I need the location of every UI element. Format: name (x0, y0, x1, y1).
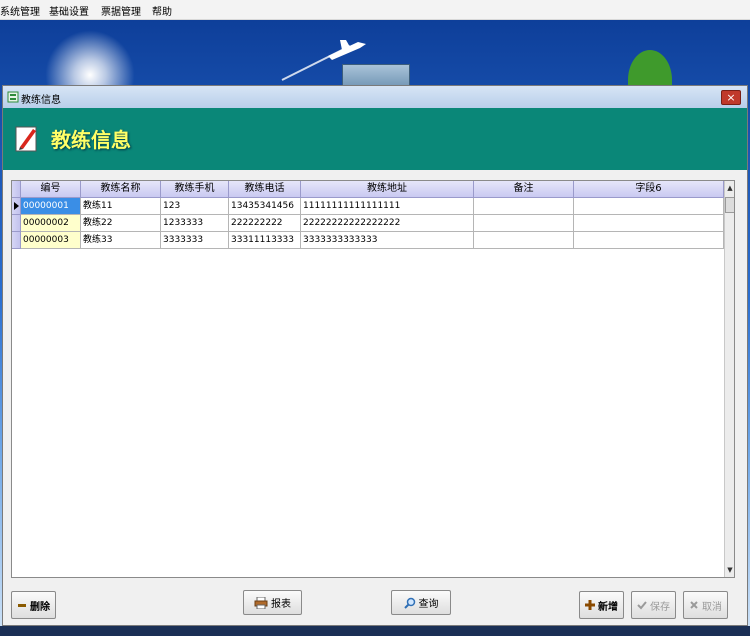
window-app-icon (7, 91, 19, 103)
column-header-code[interactable]: 编号 (21, 181, 81, 198)
header-banner: 教练信息 (3, 108, 747, 170)
plus-icon (585, 600, 595, 610)
query-button[interactable]: 查询 (391, 590, 451, 615)
table-cell[interactable]: 00000002 (21, 215, 81, 232)
table-cell[interactable]: 00000001 (21, 198, 81, 215)
report-button[interactable]: 报表 (243, 590, 302, 615)
column-header-coach-mobile[interactable]: 教练手机 (161, 181, 229, 198)
x-close-icon (690, 601, 698, 609)
column-header-coach-address[interactable]: 教练地址 (301, 181, 474, 198)
row-indicator[interactable] (12, 232, 21, 249)
column-header-field6[interactable]: 字段6 (574, 181, 724, 198)
delete-button[interactable]: 删除 (11, 591, 56, 619)
scroll-down-button[interactable]: ▼ (725, 563, 734, 577)
grid-header-corner (12, 181, 21, 198)
coach-info-window: 教练信息 × 教练信息 编号 教练名称 教练手机 教练电话 教练地址 备注 字段… (2, 85, 748, 626)
scroll-thumb[interactable] (725, 197, 734, 213)
window-title: 教练信息 (21, 95, 61, 106)
query-button-label: 查询 (418, 599, 439, 610)
menu-help[interactable]: 帮助 (152, 3, 172, 18)
row-indicator[interactable] (12, 215, 21, 232)
menu-system-management[interactable]: 系统管理 (0, 3, 40, 18)
taskbar-strip (0, 626, 750, 636)
column-header-coach-phone[interactable]: 教练电话 (229, 181, 301, 198)
table-cell[interactable]: 3333333 (161, 232, 229, 249)
magnifier-search-icon (403, 597, 415, 609)
window-titlebar[interactable]: 教练信息 × (3, 86, 747, 109)
menu-bar: 系统管理 基础设置 票据管理 帮助 (0, 0, 750, 20)
printer-icon (254, 596, 268, 609)
save-button[interactable]: 保存 (631, 591, 676, 619)
column-header-remark[interactable]: 备注 (474, 181, 574, 198)
save-button-label: 保存 (650, 601, 670, 613)
page-title: 教练信息 (51, 128, 131, 152)
table-cell[interactable]: 123 (161, 198, 229, 215)
table-cell[interactable]: 33311113333 (229, 232, 301, 249)
edit-pencil-icon (15, 126, 37, 152)
menu-basic-settings[interactable]: 基础设置 (49, 3, 89, 18)
table-cell[interactable]: 13435341456 (229, 198, 301, 215)
menu-ticket-management[interactable]: 票据管理 (101, 3, 141, 18)
minus-icon (18, 604, 26, 607)
delete-button-label: 删除 (30, 601, 50, 613)
report-button-label: 报表 (271, 599, 291, 610)
table-cell[interactable]: 22222222222222222 (301, 215, 474, 232)
table-cell[interactable]: 教练22 (81, 215, 161, 232)
grid-vertical-scrollbar[interactable]: ▲ ▼ (724, 181, 734, 577)
table-cell[interactable]: 00000003 (21, 232, 81, 249)
add-button[interactable]: 新增 (579, 591, 624, 619)
table-cell[interactable]: 3333333333333 (301, 232, 474, 249)
table-cell[interactable] (474, 232, 574, 249)
table-cell[interactable]: 教练33 (81, 232, 161, 249)
close-button[interactable]: × (721, 90, 741, 105)
current-row-arrow-icon (14, 202, 19, 210)
column-header-coach-name[interactable]: 教练名称 (81, 181, 161, 198)
coach-data-grid[interactable]: 编号 教练名称 教练手机 教练电话 教练地址 备注 字段6 00000001 教… (11, 180, 735, 578)
table-cell[interactable] (574, 198, 724, 215)
table-cell[interactable]: 1233333 (161, 215, 229, 232)
table-cell[interactable]: 教练11 (81, 198, 161, 215)
cancel-button-label: 取消 (702, 601, 722, 613)
checkmark-icon (637, 601, 647, 610)
table-cell[interactable] (474, 198, 574, 215)
table-cell[interactable]: 11111111111111111 (301, 198, 474, 215)
cancel-button[interactable]: 取消 (683, 591, 728, 619)
add-button-label: 新增 (598, 601, 618, 613)
table-cell[interactable] (474, 215, 574, 232)
table-cell[interactable] (574, 232, 724, 249)
table-cell[interactable] (574, 215, 724, 232)
table-cell[interactable]: 222222222 (229, 215, 301, 232)
scroll-up-button[interactable]: ▲ (725, 181, 734, 195)
